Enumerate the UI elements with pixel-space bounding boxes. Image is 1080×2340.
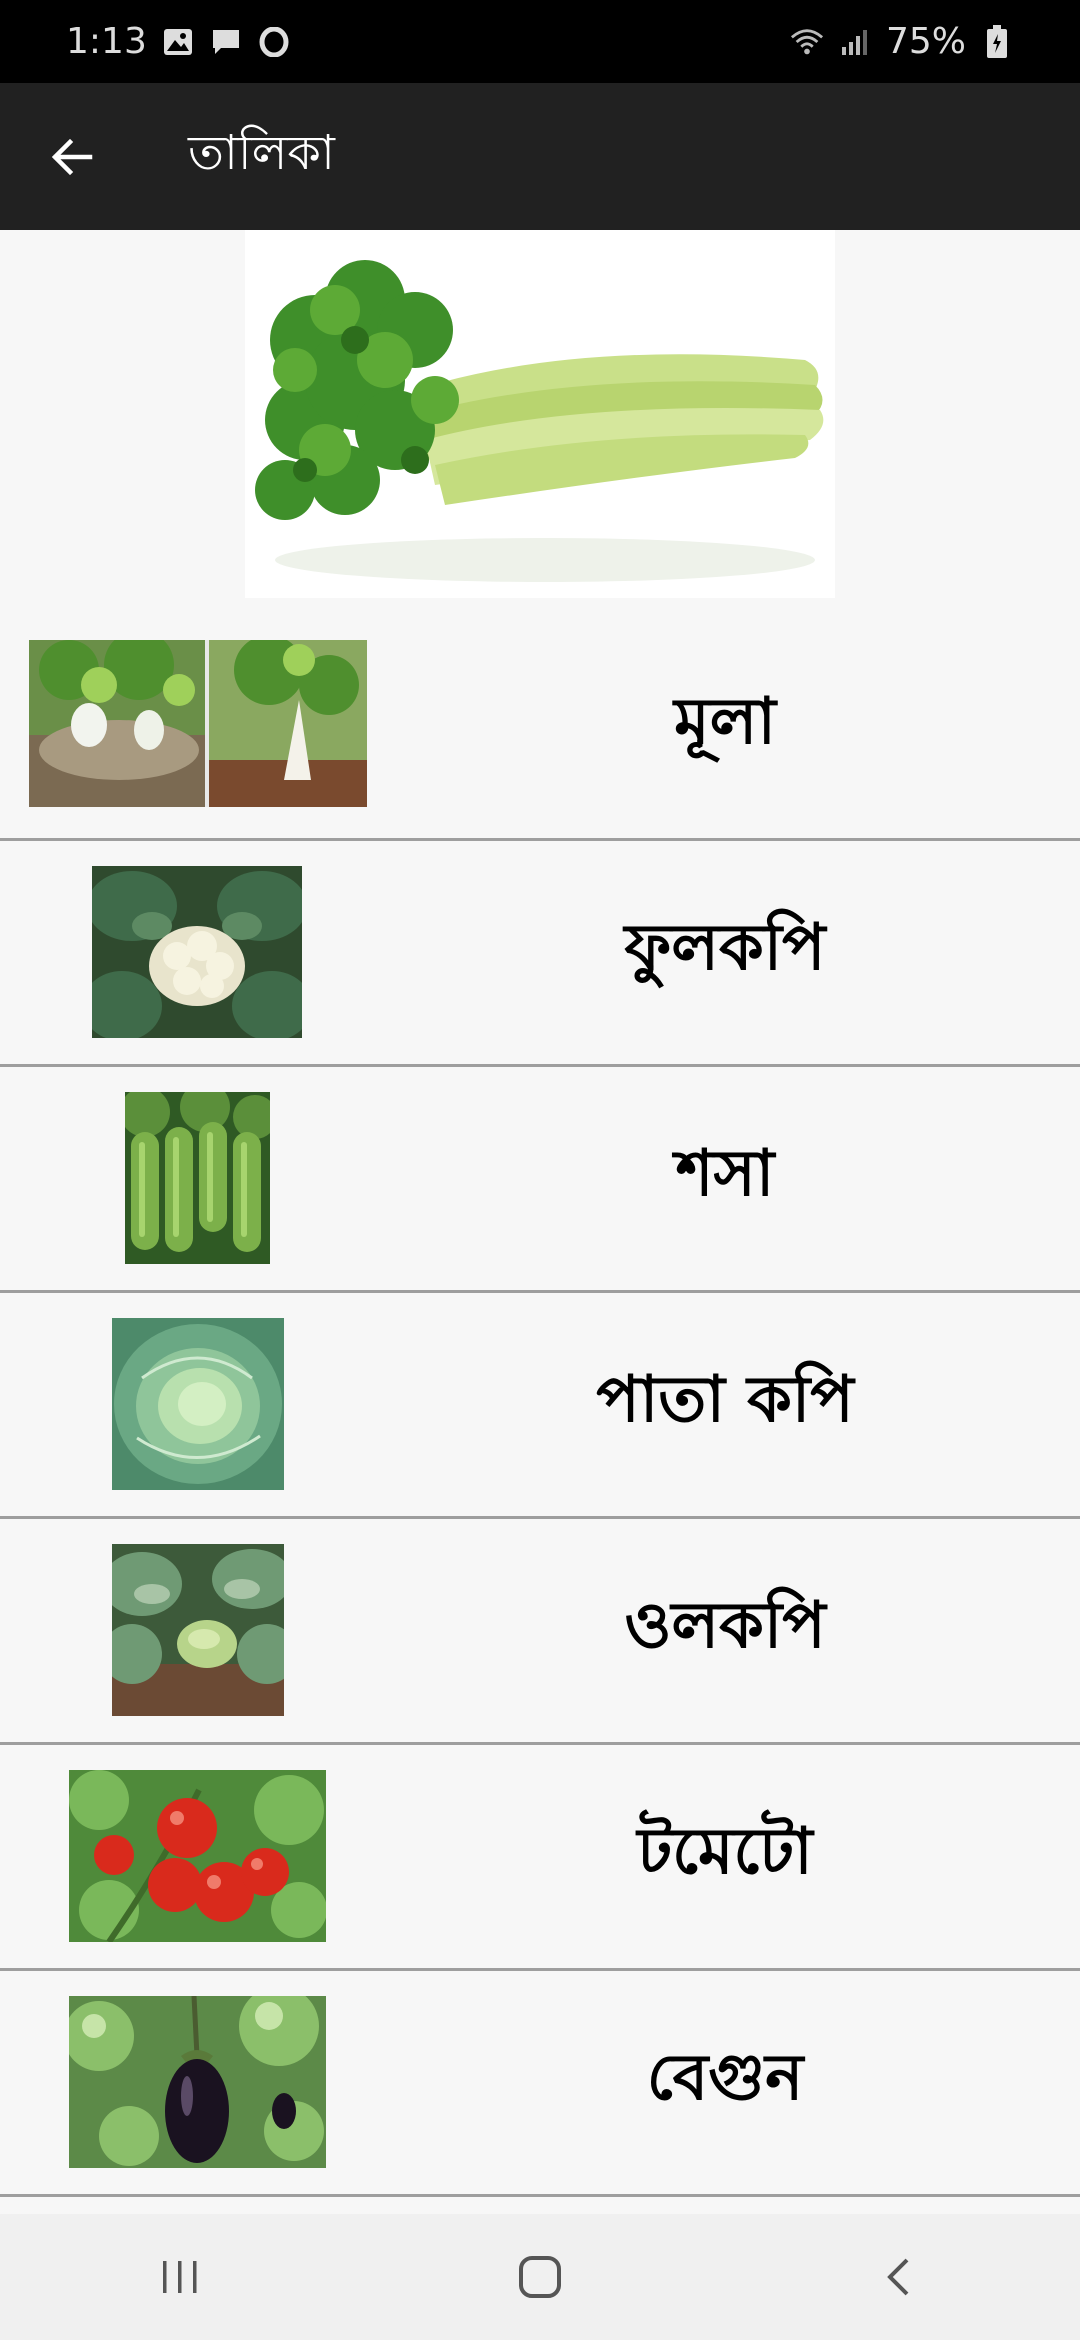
list-item[interactable]: ওলকপি	[0, 1519, 1080, 1745]
battery-percent: 75%	[885, 21, 966, 62]
signal-icon	[838, 25, 872, 59]
list-item[interactable]: ফুলকপি	[0, 841, 1080, 1067]
home-button[interactable]	[480, 2227, 600, 2327]
radish-image	[29, 640, 367, 807]
arrow-left-icon	[51, 138, 93, 175]
back-button[interactable]	[22, 107, 122, 207]
list-item-label: শসা	[675, 1137, 775, 1211]
page-title: তালিকা	[188, 125, 335, 181]
list-item[interactable]: বেগুন	[0, 1971, 1080, 2197]
opera-icon	[257, 25, 291, 59]
status-time: 1:13	[66, 21, 147, 62]
wifi-icon	[790, 25, 824, 59]
list-item-label: ফুলকপি	[624, 911, 826, 985]
cucumber-image	[125, 1092, 270, 1264]
nav-back-button[interactable]	[840, 2227, 960, 2327]
list-item-label: পাতা কপি	[596, 1363, 854, 1437]
back-icon	[887, 2258, 909, 2296]
eggplant-image	[69, 1996, 326, 2168]
screen: 1:13 75% তালিকা মূলা ফুলকপি শসা পাতা কপি…	[0, 0, 1080, 2340]
navigation-bar	[0, 2214, 1080, 2340]
list-item-label: বেগুন	[646, 2041, 804, 2115]
celery-image	[245, 230, 835, 598]
list-item[interactable]: টমেটো	[0, 1745, 1080, 1971]
app-bar: তালিকা	[0, 83, 1080, 230]
list-item-label: ওলকপি	[624, 1589, 826, 1663]
battery-icon	[980, 24, 1014, 59]
list-item[interactable]: মূলা	[0, 615, 1080, 841]
list-item-label: মূলা	[674, 685, 776, 759]
home-icon	[519, 2256, 561, 2298]
cabbage-image	[112, 1318, 284, 1490]
kohlrabi-image	[112, 1544, 284, 1716]
list-item[interactable]: শসা	[0, 1067, 1080, 1293]
status-right: 75%	[790, 21, 1014, 62]
tomato-image	[69, 1770, 326, 1942]
status-left: 1:13	[66, 21, 291, 62]
image-icon	[161, 25, 195, 59]
cauliflower-image	[92, 866, 302, 1038]
recent-apps-icon	[163, 2261, 197, 2293]
message-icon	[209, 25, 243, 59]
status-bar: 1:13 75%	[0, 0, 1080, 83]
vegetable-list: মূলা ফুলকপি শসা পাতা কপি ওলকপি টমেটো বেগ…	[0, 615, 1080, 2197]
recent-apps-button[interactable]	[120, 2227, 240, 2327]
list-item[interactable]: পাতা কপি	[0, 1293, 1080, 1519]
list-item-label: টমেটো	[637, 1815, 813, 1889]
